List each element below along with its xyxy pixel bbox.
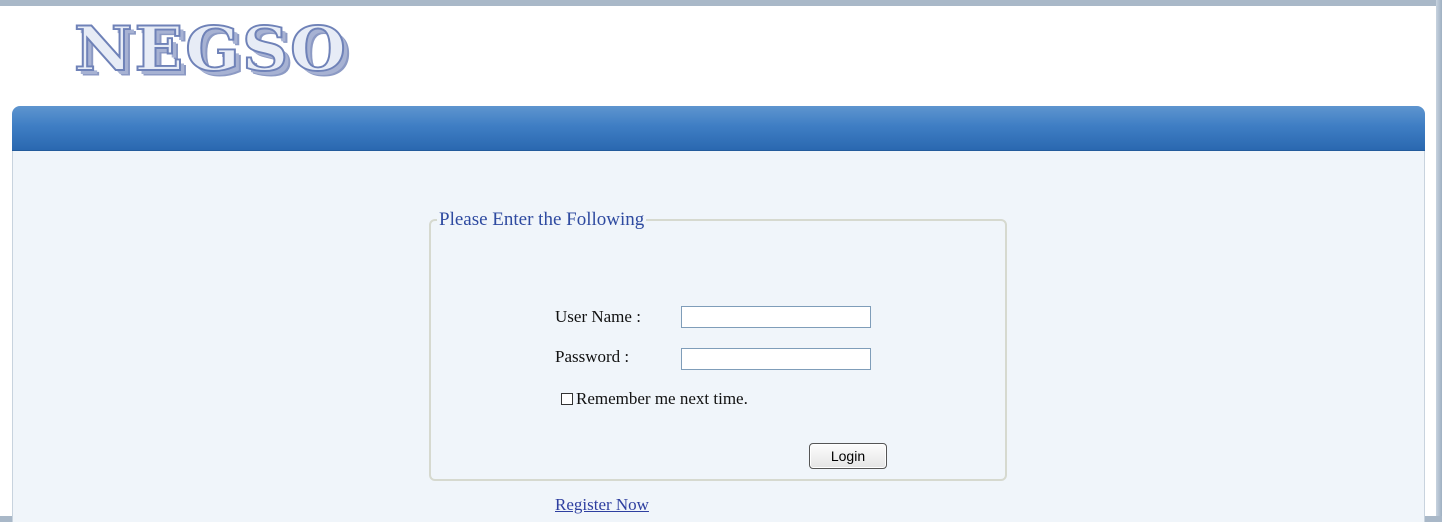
negso-logo: NEGSO xyxy=(73,13,348,86)
window-edge xyxy=(1436,0,1442,516)
password-label: Password : xyxy=(555,347,630,366)
page: NEGSO Please Enter the Following User Na… xyxy=(0,6,1436,522)
username-label: User Name : xyxy=(555,307,641,326)
remember-me-label[interactable]: Remember me next time. xyxy=(576,389,748,409)
login-legend: Please Enter the Following xyxy=(439,209,645,230)
remember-me-checkbox[interactable] xyxy=(561,393,573,405)
register-now-link[interactable]: Register Now xyxy=(555,495,649,515)
login-button[interactable]: Login xyxy=(809,443,887,469)
remember-me-row[interactable]: Remember me next time. xyxy=(561,389,748,409)
login-fieldset: Please Enter the Following User Name : P… xyxy=(429,209,1007,514)
header-bar xyxy=(12,106,1425,151)
password-input[interactable] xyxy=(681,348,871,370)
username-input[interactable] xyxy=(681,306,871,328)
main-content: Please Enter the Following User Name : P… xyxy=(12,151,1425,522)
